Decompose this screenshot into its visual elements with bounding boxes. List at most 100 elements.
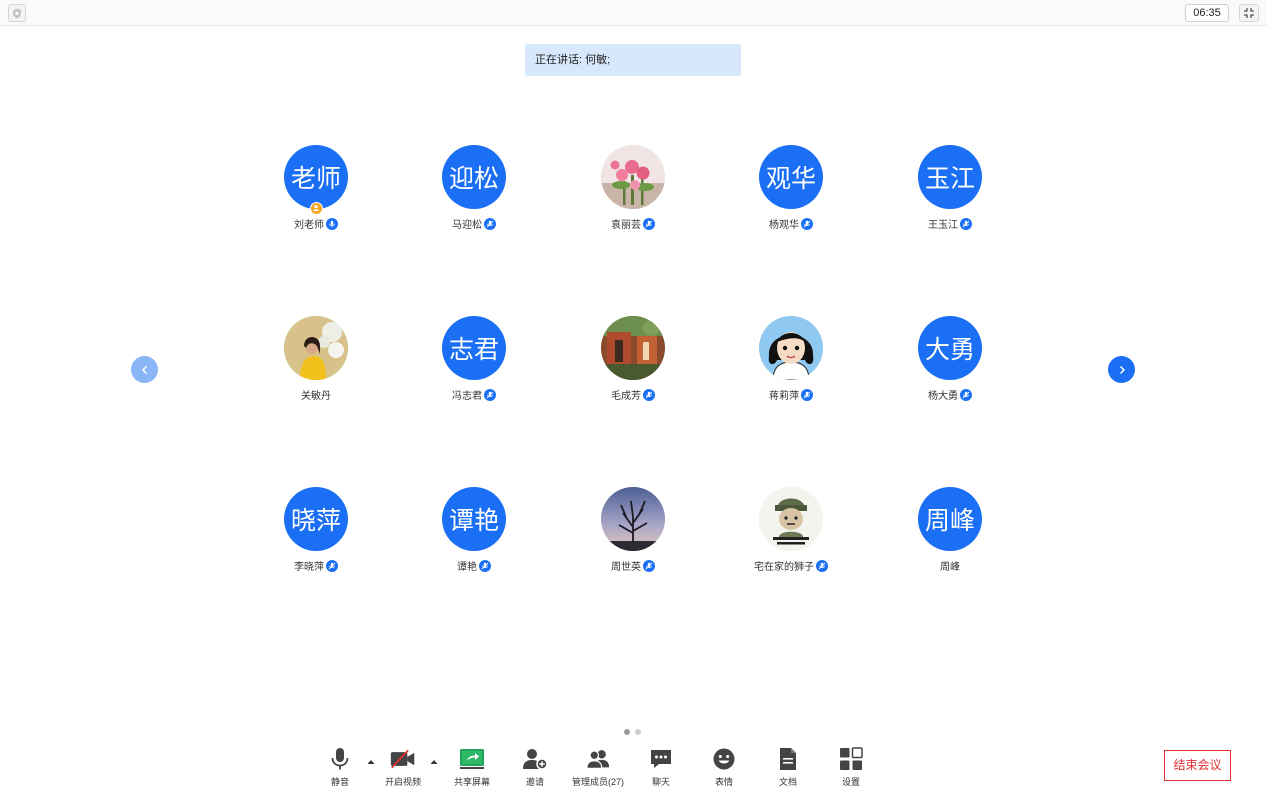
participant-name: 蒋莉萍 [769,391,799,402]
page-dot-2[interactable] [635,729,641,735]
microphone-muted-icon [960,217,972,230]
participant-tile[interactable]: 玉江王玉江 [880,145,1020,245]
microphone-muted-icon [484,388,496,401]
page-indicator [624,729,641,735]
participant-avatar: 观华 [759,145,823,209]
participant-name-row: 杨大勇 [880,387,1020,402]
participant-tile[interactable]: 宅在家的狮子 [721,487,861,587]
participant-tile[interactable]: 晓萍 李晓萍 [246,487,386,587]
add-user-icon [522,746,548,772]
participant-tile[interactable]: 蒋莉萍 [721,316,861,416]
participant-name-row: 王玉江 [880,216,1020,231]
documents-label: 文档 [778,777,797,787]
mute-button[interactable]: 静音 [322,746,358,792]
participant-avatar-photo [601,487,665,551]
chevron-right-icon [1119,365,1125,374]
mute-label: 静音 [330,777,349,787]
grid-settings-icon [838,746,864,772]
participant-avatar: 志君 [442,316,506,380]
participant-name-row: 谭艳 [404,558,544,573]
participant-name-row: 刘老师 [246,216,386,231]
chevron-left-icon [141,365,147,374]
share-screen-icon [459,746,485,772]
microphone-icon [327,746,353,772]
participant-avatar-photo [759,316,823,380]
participant-avatar: 周峰 [918,487,982,551]
participant-name: 毛成芳 [611,391,641,402]
participant-name-row: 周峰 [880,558,1020,573]
microphone-muted-icon [326,559,338,572]
meeting-timer: 06:35 [1185,4,1229,22]
microphone-muted-icon [643,217,655,230]
manage-members-button[interactable]: 管理成员(27) [568,746,628,792]
end-meeting-button[interactable]: 结束会议 [1164,750,1231,781]
participant-avatar: 大勇 [918,316,982,380]
exit-fullscreen-icon[interactable] [1239,4,1259,22]
next-page-button[interactable] [1108,356,1135,383]
participant-name-row: 蒋莉萍 [721,387,861,402]
microphone-muted-icon [643,388,655,401]
start-video-label: 开启视频 [384,777,421,787]
microphone-muted-icon [801,388,813,401]
participant-name: 刘老师 [294,220,324,231]
title-bar: 06:35 [0,0,1267,26]
settings-button[interactable]: 设置 [835,746,867,792]
members-icon [585,746,611,772]
participant-tile[interactable]: 周峰 周峰 [880,487,1020,587]
participant-tile[interactable]: 志君冯志君 [404,316,544,416]
participant-avatar-photo [284,316,348,380]
microphone-muted-icon [960,388,972,401]
participant-name: 谭艳 [457,562,477,573]
invite-label: 邀请 [525,777,544,787]
participant-name-row: 冯志君 [404,387,544,402]
host-badge-icon [310,202,323,215]
participant-tile[interactable]: 关敏丹 [246,316,386,416]
participant-tile[interactable]: 大勇杨大勇 [880,316,1020,416]
share-screen-label: 共享屏幕 [453,777,490,787]
participant-name-row: 杨观华 [721,216,861,231]
participant-tile[interactable]: 观华杨观华 [721,145,861,245]
prev-page-button[interactable] [131,356,158,383]
page-dot-1[interactable] [624,729,630,735]
participant-name: 关敏丹 [301,391,331,402]
audio-options-caret-icon[interactable] [367,758,375,766]
participant-name: 周世英 [611,562,641,573]
video-off-icon [390,746,416,772]
reactions-label: 表情 [714,777,733,787]
documents-button[interactable]: 文档 [772,746,804,792]
participant-name: 王玉江 [928,220,958,231]
video-options-caret-icon[interactable] [430,758,438,766]
participant-avatar: 谭艳 [442,487,506,551]
speaking-indicator: 正在讲话: 何敏; [525,44,741,76]
participant-avatar: 玉江 [918,145,982,209]
microphone-on-icon [326,217,338,230]
shield-icon[interactable] [8,4,26,22]
participant-name-row: 李晓萍 [246,558,386,573]
smiley-icon [711,746,737,772]
reactions-button[interactable]: 表情 [708,746,740,792]
participant-tile[interactable]: 毛成芳 [563,316,703,416]
participant-tile[interactable]: 谭艳 谭艳 [404,487,544,587]
chat-label: 聊天 [651,777,670,787]
participant-name-row: 周世英 [563,558,703,573]
settings-label: 设置 [841,777,860,787]
invite-button[interactable]: 邀请 [518,746,552,792]
participant-name: 杨大勇 [928,391,958,402]
participant-name: 杨观华 [769,220,799,231]
participant-tile[interactable]: 迎松 马迎松 [404,145,544,245]
share-screen-button[interactable]: 共享屏幕 [450,746,494,792]
meeting-toolbar: 静音 开启视频 共享屏幕 邀请 管理成员(27) 聊天 表情 文档 设置 [0,742,1267,792]
participant-name: 宅在家的狮子 [754,562,814,573]
document-icon [775,746,801,772]
participant-name-row: 毛成芳 [563,387,703,402]
participant-avatar-photo [601,316,665,380]
participant-name: 冯志君 [452,391,482,402]
participant-tile[interactable]: 袁丽芸 [563,145,703,245]
participant-tile[interactable]: 周世英 [563,487,703,587]
chat-button[interactable]: 聊天 [645,746,677,792]
participant-name: 马迎松 [452,220,482,231]
microphone-muted-icon [816,559,828,572]
start-video-button[interactable]: 开启视频 [380,746,426,792]
participant-name-row: 宅在家的狮子 [721,558,861,573]
participant-tile[interactable]: 老师 刘老师 [246,145,386,245]
